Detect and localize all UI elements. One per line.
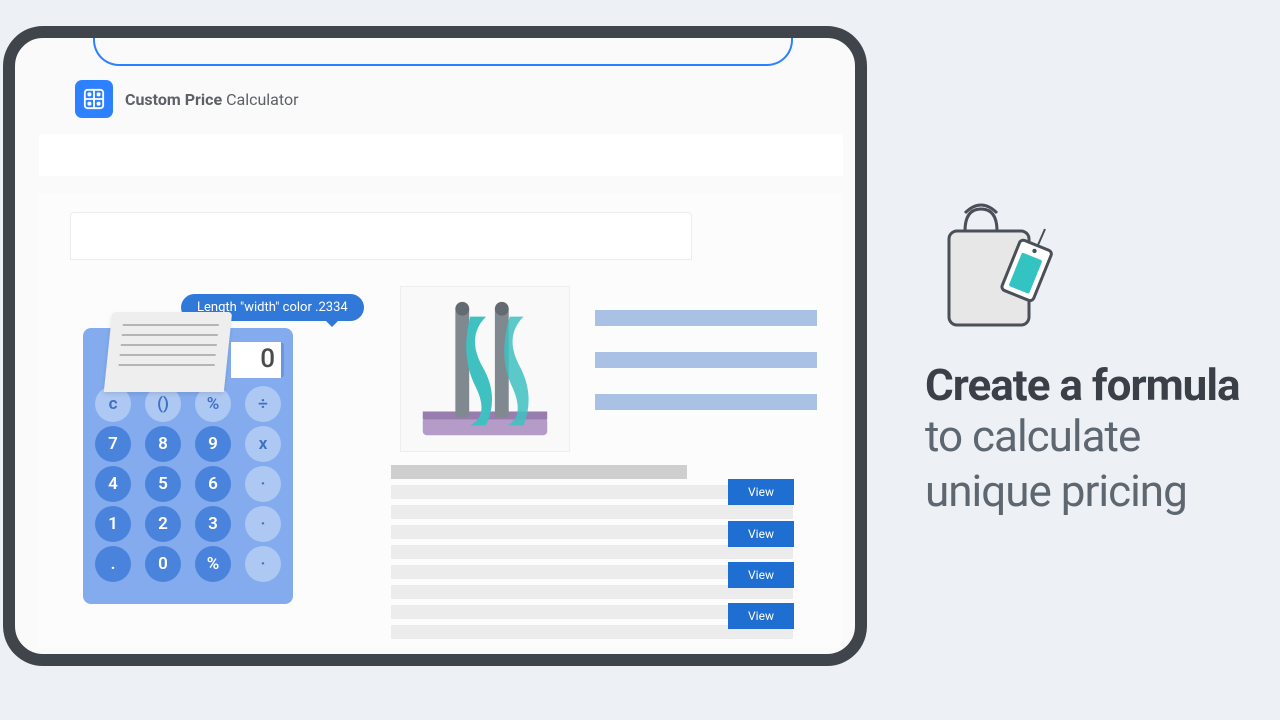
calc-key-.[interactable]: . [95,546,131,582]
view-button[interactable]: View [728,479,794,505]
calc-key-·[interactable]: · [245,546,281,582]
calculator-display: 0 [231,342,281,378]
calculator-keypad: c()%÷789x456·123·.0%· [83,386,293,582]
calculator-body: 0 c()%÷789x456·123·.0%· [83,328,293,604]
view-button[interactable]: View [728,562,794,588]
info-bar [595,394,817,410]
calc-key-8[interactable]: 8 [145,426,181,462]
toolbar-placeholder [39,134,843,176]
product-image [400,286,570,452]
tablet-frame: Custom Price Calculator Length "width" c… [3,26,867,666]
calc-key-1[interactable]: 1 [95,506,131,542]
view-button[interactable]: View [728,521,794,547]
list-item-line [391,505,793,519]
view-button[interactable]: View [728,603,794,629]
app-header: Custom Price Calculator [75,80,299,118]
headline-line-2: to calculate [925,409,1280,464]
calc-key-9[interactable]: 9 [195,426,231,462]
calc-key-%[interactable]: % [195,546,231,582]
calc-key-4[interactable]: 4 [95,466,131,502]
app-title: Custom Price Calculator [125,90,299,109]
calc-key-·[interactable]: · [245,506,281,542]
shopping-bag-icon [925,201,1085,341]
info-bar [595,352,817,368]
tablet-panel: Custom Price Calculator Length "width" c… [0,0,870,720]
app-title-light: Calculator [222,90,298,109]
info-bar [595,310,817,326]
calc-key-7[interactable]: 7 [95,426,131,462]
calc-key-3[interactable]: 3 [195,506,231,542]
headline-line-3: unique pricing [925,464,1280,519]
list-header-line [391,465,687,479]
calc-key-2[interactable]: 2 [145,506,181,542]
calc-key-6[interactable]: 6 [195,466,231,502]
list-item-line [391,545,793,559]
receipt-icon [104,312,232,392]
headline-bold: Create a formula [925,361,1280,409]
app-title-bold: Custom Price [125,90,222,109]
calc-key-0[interactable]: 0 [145,546,181,582]
app-logo-icon [75,80,113,118]
dropdown-placeholder[interactable] [70,212,692,260]
marketing-panel: Create a formula to calculate unique pri… [870,0,1280,720]
calc-key-5[interactable]: 5 [145,466,181,502]
calc-key-x[interactable]: x [245,426,281,462]
calc-key-÷[interactable]: ÷ [245,386,281,422]
browser-url-bar[interactable] [93,36,793,66]
calc-key-·[interactable]: · [245,466,281,502]
product-info-bars [595,310,817,436]
